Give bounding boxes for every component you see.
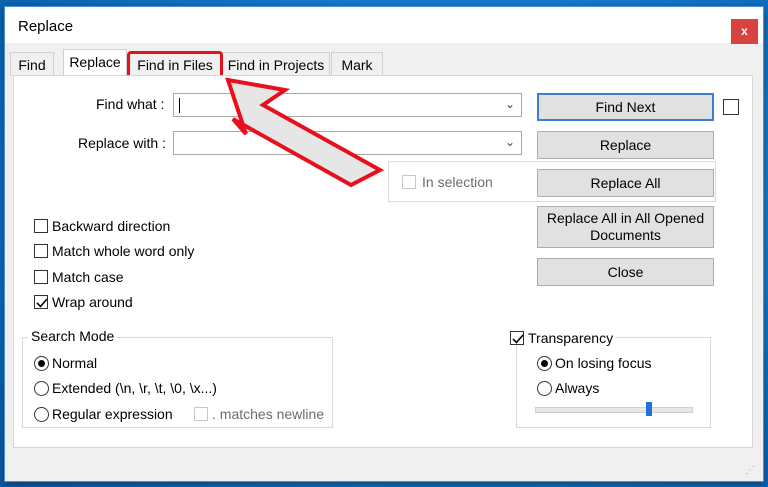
replace-all-button[interactable]: Replace All: [537, 169, 714, 197]
on-losing-focus-label: On losing focus: [555, 355, 652, 371]
text-caret: [179, 98, 180, 113]
replace-with-label: Replace with :: [78, 135, 166, 151]
transparency-checkbox[interactable]: [510, 331, 524, 345]
match-whole-word-checkbox[interactable]: [34, 244, 48, 258]
normal-label: Normal: [52, 355, 98, 371]
wrap-around-checkbox[interactable]: [34, 295, 48, 309]
extended-label: Extended (\n, \r, \t, \0, \x...): [52, 380, 217, 396]
radio-always[interactable]: [537, 381, 552, 396]
matches-newline-checkbox[interactable]: [194, 407, 208, 421]
close-button[interactable]: Close: [537, 258, 714, 286]
resize-grip-icon[interactable]: ⋰: [745, 465, 759, 479]
match-whole-word-label: Match whole word only: [52, 243, 195, 259]
find-next-button[interactable]: Find Next: [537, 93, 714, 121]
in-selection-checkbox[interactable]: [402, 175, 416, 189]
match-case-label: Match case: [52, 269, 124, 285]
matches-newline-label: . matches newline: [212, 406, 325, 422]
regex-label: Regular expression: [52, 406, 173, 422]
title-bar: Replace x: [5, 7, 763, 44]
chevron-down-icon[interactable]: ⌄: [505, 135, 515, 149]
match-case-checkbox[interactable]: [34, 270, 48, 284]
backward-direction-checkbox[interactable]: [34, 219, 48, 233]
checkbox[interactable]: [723, 99, 739, 115]
replace-all-opened-button[interactable]: Replace All in All Opened Documents: [537, 206, 714, 248]
wrap-around-label: Wrap around: [52, 294, 133, 310]
close-icon[interactable]: x: [731, 19, 758, 44]
chevron-down-icon[interactable]: ⌄: [505, 97, 515, 111]
radio-normal[interactable]: [34, 356, 49, 371]
tab-find-in-projects[interactable]: Find in Projects: [222, 52, 330, 76]
replace-with-input[interactable]: ⌄: [173, 131, 522, 155]
radio-extended[interactable]: [34, 381, 49, 396]
checkmark-icon: [512, 334, 524, 344]
transparency-slider-thumb[interactable]: [646, 402, 652, 416]
always-label: Always: [555, 380, 600, 396]
in-selection-label: In selection: [422, 174, 493, 190]
transparency-slider-track[interactable]: [535, 407, 693, 413]
tab-replace[interactable]: Replace: [63, 49, 127, 76]
checkmark-icon: [36, 298, 48, 308]
tab-mark[interactable]: Mark: [331, 52, 383, 76]
tab-find[interactable]: Find: [10, 52, 54, 76]
backward-direction-label: Backward direction: [52, 218, 171, 234]
window-title: Replace: [18, 18, 74, 35]
replace-dialog: Replace x Find Replace Find in Files Fin…: [4, 6, 764, 482]
transparency-label: Transparency: [525, 330, 617, 346]
replace-button[interactable]: Replace: [537, 131, 714, 159]
radio-regex[interactable]: [34, 407, 49, 422]
find-what-label: Find what :: [96, 96, 165, 112]
radio-on-losing-focus[interactable]: [537, 356, 552, 371]
search-mode-title: Search Mode: [28, 328, 118, 344]
find-what-input[interactable]: ⌄: [173, 93, 522, 117]
